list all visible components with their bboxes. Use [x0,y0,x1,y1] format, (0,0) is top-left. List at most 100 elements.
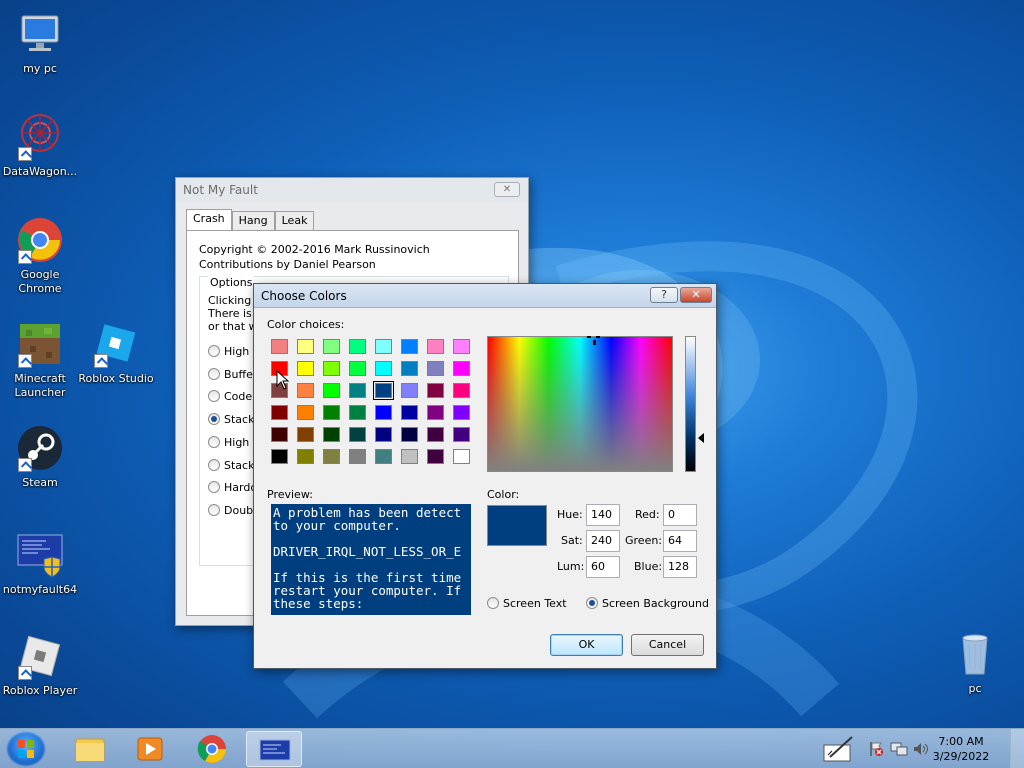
radio-option[interactable]: High I [208,436,256,450]
desktop-icon-steam[interactable]: Steam [0,424,80,490]
color-swatch[interactable] [427,449,444,464]
blue-input[interactable]: 128 [663,556,697,578]
color-swatch[interactable] [453,383,470,398]
radio-option[interactable]: Stack [208,459,254,473]
color-swatch[interactable] [323,405,340,420]
screen-background-option[interactable]: Screen Background [586,597,709,610]
color-swatch[interactable] [401,427,418,442]
color-swatch[interactable] [297,405,314,420]
color-swatch[interactable] [375,449,392,464]
color-swatch[interactable] [401,361,418,376]
color-swatch[interactable] [349,427,366,442]
tab-crash[interactable]: Crash [186,209,232,231]
desktop-icon-notmyfault64[interactable]: notmyfault64 [0,531,80,597]
color-swatch[interactable] [427,405,444,420]
color-swatch[interactable] [271,449,288,464]
radio-button[interactable] [208,436,220,448]
taskbar-explorer[interactable] [62,731,118,767]
color-swatch[interactable] [271,427,288,442]
color-swatch[interactable] [297,427,314,442]
desktop-icon-my-pc[interactable]: my pc [0,10,80,76]
color-swatch[interactable] [401,339,418,354]
desktop-icon-datawagon[interactable]: DataWagon... [0,113,80,179]
show-desktop-button[interactable] [1010,729,1024,768]
red-input[interactable]: 0 [663,504,697,526]
radio-button[interactable] [208,481,220,493]
taskbar-media-player[interactable] [122,731,178,767]
color-swatch[interactable] [427,339,444,354]
radio-button[interactable] [208,459,220,471]
close-button[interactable]: ✕ [494,182,520,197]
color-spectrum[interactable] [487,336,673,472]
color-swatch[interactable] [323,339,340,354]
color-swatch[interactable] [427,427,444,442]
taskbar-notmyfault[interactable] [246,731,302,767]
tab-hang[interactable]: Hang [231,211,275,230]
color-swatch[interactable] [401,405,418,420]
pen-tablet-icon[interactable] [822,735,856,763]
radio-option[interactable]: Buffer [208,368,257,382]
radio-button[interactable] [208,368,220,380]
color-swatch[interactable] [271,405,288,420]
color-swatch[interactable] [323,383,340,398]
color-swatch[interactable] [323,449,340,464]
color-swatch[interactable] [349,449,366,464]
radio-button-selected[interactable] [208,413,220,425]
color-swatch[interactable] [375,405,392,420]
color-swatch[interactable] [323,427,340,442]
radio-button[interactable] [208,504,220,516]
choose-colors-titlebar[interactable]: Choose Colors ? ✕ [254,284,716,308]
action-center-flag-icon[interactable] [868,741,884,757]
color-swatch[interactable] [453,427,470,442]
lum-input[interactable]: 60 [586,556,620,578]
green-input[interactable]: 64 [663,530,697,552]
help-button[interactable]: ? [650,287,678,303]
color-swatch[interactable] [297,449,314,464]
color-swatch[interactable] [297,339,314,354]
color-swatch[interactable] [427,383,444,398]
color-swatch[interactable] [375,361,392,376]
color-swatch[interactable] [373,381,394,400]
color-swatch[interactable] [453,449,470,464]
radio-button[interactable] [208,390,220,402]
tray-clock[interactable]: 7:00 AM 3/29/2022 [926,734,996,764]
color-swatch[interactable] [271,339,288,354]
color-swatch[interactable] [375,427,392,442]
color-swatch[interactable] [453,339,470,354]
color-swatch[interactable] [349,361,366,376]
color-swatch[interactable] [453,405,470,420]
radio-option[interactable]: High I [208,345,256,359]
color-swatch[interactable] [401,383,418,398]
radio-button[interactable] [487,597,499,609]
color-swatch[interactable] [349,339,366,354]
color-swatch[interactable] [297,361,314,376]
desktop-icon-google-chrome[interactable]: Google Chrome [0,216,80,296]
desktop-icon-minecraft-launcher[interactable]: Minecraft Launcher [0,320,80,400]
sat-input[interactable]: 240 [586,530,620,552]
color-swatch[interactable] [349,405,366,420]
desktop-icon-roblox-player[interactable]: Roblox Player [0,632,80,698]
color-swatch[interactable] [349,383,366,398]
luminosity-arrow-icon[interactable] [698,433,704,443]
hue-input[interactable]: 140 [586,504,620,526]
network-icon[interactable] [890,741,908,757]
taskbar-chrome[interactable] [184,731,240,767]
radio-button[interactable] [208,345,220,357]
ok-button[interactable]: OK [550,634,623,656]
desktop-icon-recycle-bin[interactable]: pc [935,630,1015,696]
notmyfault-titlebar[interactable]: Not My Fault ✕ [176,178,528,202]
radio-button-selected[interactable] [586,597,598,609]
color-swatch[interactable] [375,339,392,354]
radio-option[interactable]: Stack [208,413,254,427]
color-swatch[interactable] [427,361,444,376]
color-swatch[interactable] [323,361,340,376]
color-swatch[interactable] [297,383,314,398]
luminosity-slider[interactable] [685,336,696,472]
cancel-button[interactable]: Cancel [631,634,704,656]
color-swatch[interactable] [453,361,470,376]
screen-text-option[interactable]: Screen Text [487,597,567,610]
tab-leak[interactable]: Leak [274,211,315,230]
close-button[interactable]: ✕ [680,287,712,303]
start-button[interactable] [6,731,46,767]
desktop-icon-roblox-studio[interactable]: Roblox Studio [76,320,156,386]
